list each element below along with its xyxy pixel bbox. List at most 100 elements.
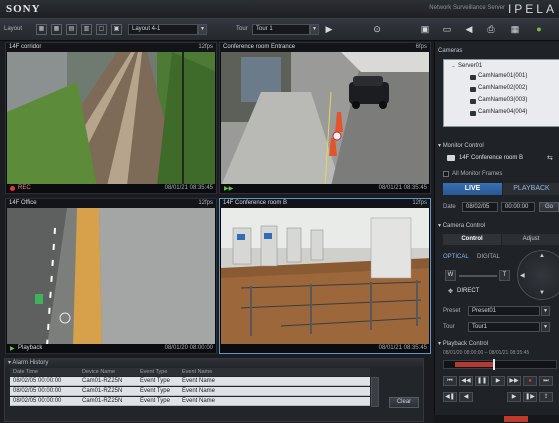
playback-indicator-icon: ▶ <box>10 346 15 352</box>
layout-custom-button[interactable]: ▣ <box>111 24 122 35</box>
print-icon[interactable]: ⎙ <box>484 23 498 36</box>
play-icon[interactable]: ▶ <box>491 376 505 386</box>
pause-icon[interactable]: ❚❚ <box>475 376 489 386</box>
fast-forward-icon[interactable]: ▶▶ <box>507 376 521 386</box>
camera-view-office <box>7 208 215 344</box>
date-field[interactable]: 08/02/05 <box>462 202 498 212</box>
camera-node[interactable]: CamName01(001) <box>478 73 527 79</box>
export-icon[interactable]: ⇪ <box>539 392 553 402</box>
layout-label: Layout <box>4 26 23 32</box>
preset-select[interactable]: Preset01 <box>468 306 540 316</box>
alarm-table-scrollbar[interactable] <box>371 377 379 407</box>
pan-left-icon[interactable]: ◀ <box>520 272 525 279</box>
snapshot-icon[interactable]: ▣ <box>418 23 432 36</box>
timeline-cursor[interactable] <box>493 359 495 370</box>
pane-footer: REC 08/01/21 08:35:45 <box>6 184 216 193</box>
pane-timestamp: 08/01/21 08:35:45 <box>378 185 427 191</box>
layout-select[interactable]: Layout 4-1 <box>128 24 198 35</box>
pane-title: 14F corridor <box>9 44 42 50</box>
column-header[interactable]: Event Type <box>140 369 167 375</box>
camera-node[interactable]: CamName04(004) <box>478 109 527 115</box>
camera-node[interactable]: CamName03(003) <box>478 97 527 103</box>
camera-image-office <box>7 208 215 344</box>
monitor-control-header[interactable]: ▾ Monitor Control <box>438 142 559 150</box>
layout-single-button[interactable]: ▢ <box>96 24 107 35</box>
camera-tour-dropdown-arrow-icon[interactable]: ▼ <box>541 322 550 332</box>
step-forward-icon[interactable]: ▶ <box>507 392 521 402</box>
rewind-icon[interactable]: ◀◀ <box>459 376 473 386</box>
video-pane-corridor[interactable]: 14F corridor 12fps REC 08/01/21 08:35:45 <box>5 42 217 194</box>
camera-image-corridor <box>7 52 215 184</box>
camera-node[interactable]: CamName02(002) <box>478 85 527 91</box>
table-row[interactable]: 08/02/05 00:00:00 Cam01-RZ25N Event Type… <box>10 387 370 396</box>
layout-1x1-button[interactable]: ▦ <box>36 24 47 35</box>
monitor-icon[interactable]: ▭ <box>440 23 454 36</box>
tour-dropdown-arrow-icon[interactable]: ▼ <box>310 24 319 35</box>
zoom-wide-button[interactable]: W <box>445 270 456 281</box>
cell-event-name: Event Name <box>182 398 216 404</box>
column-header[interactable]: Event Name <box>182 369 212 375</box>
preset-dropdown-arrow-icon[interactable]: ▼ <box>541 306 550 316</box>
monitor-link-icon[interactable]: ⇆ <box>547 154 557 163</box>
optical-tab[interactable]: OPTICAL <box>443 254 469 260</box>
table-row[interactable]: 08/02/05 00:00:00 Cam01-RZ25N Event Type… <box>10 377 370 386</box>
pane-title: 14F Office <box>9 200 37 206</box>
layout-3x3-button[interactable]: ▤ <box>66 24 77 35</box>
layout-2x2-button[interactable]: ▦ <box>51 24 62 35</box>
tilt-down-icon[interactable]: ▼ <box>539 290 545 296</box>
pane-footer: 08/01/21 08:35:45 <box>220 344 430 353</box>
all-frames-label: All Monitor Frames <box>452 171 503 177</box>
column-header[interactable]: Date Time <box>13 369 38 375</box>
tour-play-icon[interactable]: ▶ <box>322 23 336 36</box>
camera-control-title: Camera Control <box>442 223 486 229</box>
adjust-tab[interactable]: Adjust <box>502 234 559 245</box>
go-button[interactable]: Go <box>539 202 559 212</box>
zoom-slider[interactable] <box>459 275 497 277</box>
frame-back-icon[interactable]: ◀❚ <box>443 392 457 402</box>
record-icon[interactable]: ⊙ <box>370 23 384 36</box>
skip-start-icon[interactable]: ⏮ <box>443 376 457 386</box>
live-tab[interactable]: LIVE <box>443 183 502 195</box>
camera-image-entrance <box>221 52 429 184</box>
playback-record-icon[interactable]: ● <box>523 376 537 386</box>
column-header[interactable]: Device Name <box>82 369 115 375</box>
layout-4x4-button[interactable]: ▥ <box>81 24 92 35</box>
camera-control-header[interactable]: ▾ Camera Control <box>438 222 559 230</box>
video-pane-conference-room-b[interactable]: 14F Conference room B 12fps 08/01/21 08:… <box>219 198 431 354</box>
table-row[interactable]: 08/02/05 00:00:00 Cam01-RZ25N Event Type… <box>10 397 370 406</box>
pane-header: 14F corridor 12fps <box>6 43 216 52</box>
timeline-recorded-segment <box>455 362 495 367</box>
time-field[interactable]: 00:00:00 <box>501 202 535 212</box>
layout-dropdown-arrow-icon[interactable]: ▼ <box>198 24 207 35</box>
clear-button[interactable]: Clear <box>389 397 419 408</box>
frame-forward-icon[interactable]: ❚▶ <box>523 392 537 402</box>
direct-label[interactable]: DIRECT <box>457 288 479 294</box>
skip-end-icon[interactable]: ⏭ <box>539 376 553 386</box>
pane-fps: 12fps <box>198 200 213 206</box>
all-frames-checkbox[interactable] <box>443 171 449 177</box>
step-back-icon[interactable]: ◀ <box>459 392 473 402</box>
cameras-section-title: Cameras <box>438 48 463 54</box>
cell-event-name: Event Name <box>182 378 216 384</box>
control-tab[interactable]: Control <box>443 234 501 245</box>
settings-icon[interactable]: ▦ <box>508 23 522 36</box>
date-label: Date <box>443 204 456 210</box>
zoom-tele-button[interactable]: T <box>499 270 510 281</box>
digital-tab[interactable]: DIGITAL <box>477 254 500 260</box>
camera-image-conference-room-b <box>221 208 429 344</box>
expand-icon[interactable]: − <box>452 64 455 70</box>
playback-tab[interactable]: PLAYBACK <box>503 183 559 195</box>
server-node[interactable]: Server01 <box>458 63 482 69</box>
control-panel: Cameras Server01 − CamName01(001) CamNam… <box>434 42 559 423</box>
audio-icon[interactable]: ◀ <box>462 23 476 36</box>
playback-control-header[interactable]: ▾ Playback Control <box>438 340 559 348</box>
alarm-history-header[interactable]: ▾ Alarm History <box>5 359 423 367</box>
rec-indicator-icon <box>10 186 15 191</box>
connection-status-icon[interactable]: ● <box>532 23 546 36</box>
video-pane-entrance[interactable]: Conference room Entrance 6fps ▶▶ 08/01/2… <box>219 42 431 194</box>
direct-icon[interactable]: ✥ <box>448 288 453 295</box>
tour-select[interactable]: Tour 1 <box>252 24 310 35</box>
tilt-up-icon[interactable]: ▲ <box>539 253 545 259</box>
camera-tour-select[interactable]: Tour1 <box>468 322 540 332</box>
video-pane-office[interactable]: 14F Office 12fps ▶ Playback 08/01/20 08:… <box>5 198 217 354</box>
